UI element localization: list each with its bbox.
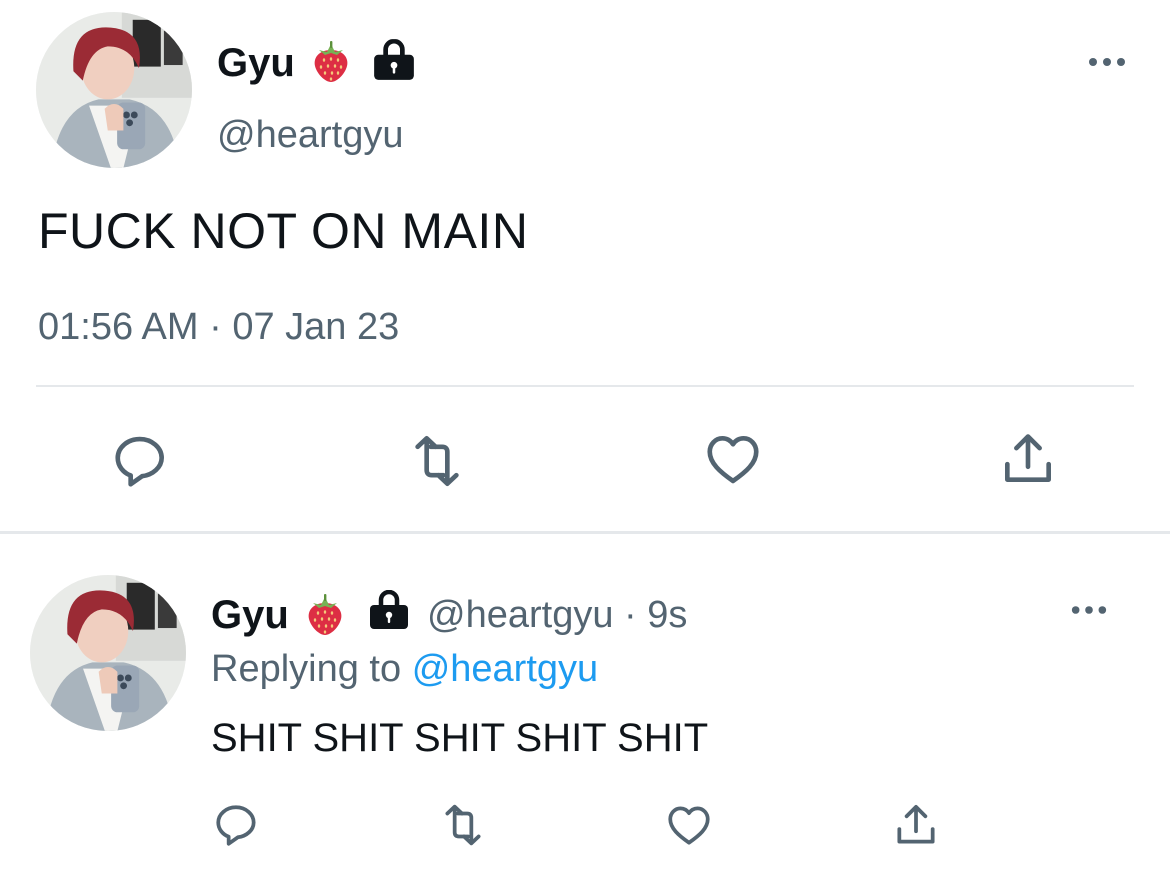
divider xyxy=(0,531,1170,534)
more-options-icon[interactable] xyxy=(1086,52,1128,72)
reply-icon[interactable] xyxy=(212,800,262,850)
strawberry-icon xyxy=(304,593,346,637)
share-icon[interactable] xyxy=(890,800,942,850)
lock-icon xyxy=(367,590,411,630)
replying-to: Replying to @heartgyu xyxy=(211,646,598,692)
retweet-icon[interactable] xyxy=(436,800,490,850)
more-options-icon[interactable] xyxy=(1069,600,1109,620)
lock-icon xyxy=(371,39,417,81)
like-icon[interactable] xyxy=(702,428,764,490)
avatar[interactable] xyxy=(36,12,192,168)
mention-link[interactable]: @heartgyu xyxy=(412,648,598,690)
tweet-text: SHIT SHIT SHIT SHIT SHIT xyxy=(211,716,709,760)
replying-label: Replying to xyxy=(211,648,402,690)
strawberry-icon xyxy=(310,40,352,84)
reply-icon[interactable] xyxy=(110,430,172,492)
tweet-timestamp[interactable]: 01:56 AM · 07 Jan 23 xyxy=(38,304,399,350)
divider xyxy=(36,385,1134,387)
user-handle[interactable]: @heartgyu · 9s xyxy=(427,592,687,638)
share-icon[interactable] xyxy=(996,428,1060,490)
display-name[interactable]: Gyu xyxy=(217,40,295,86)
display-name[interactable]: Gyu xyxy=(211,592,289,638)
user-handle[interactable]: @heartgyu xyxy=(217,112,403,158)
retweet-icon[interactable] xyxy=(404,430,470,492)
tweet-text: FUCK NOT ON MAIN xyxy=(38,203,529,259)
avatar[interactable] xyxy=(30,575,186,731)
like-icon[interactable] xyxy=(664,800,714,850)
